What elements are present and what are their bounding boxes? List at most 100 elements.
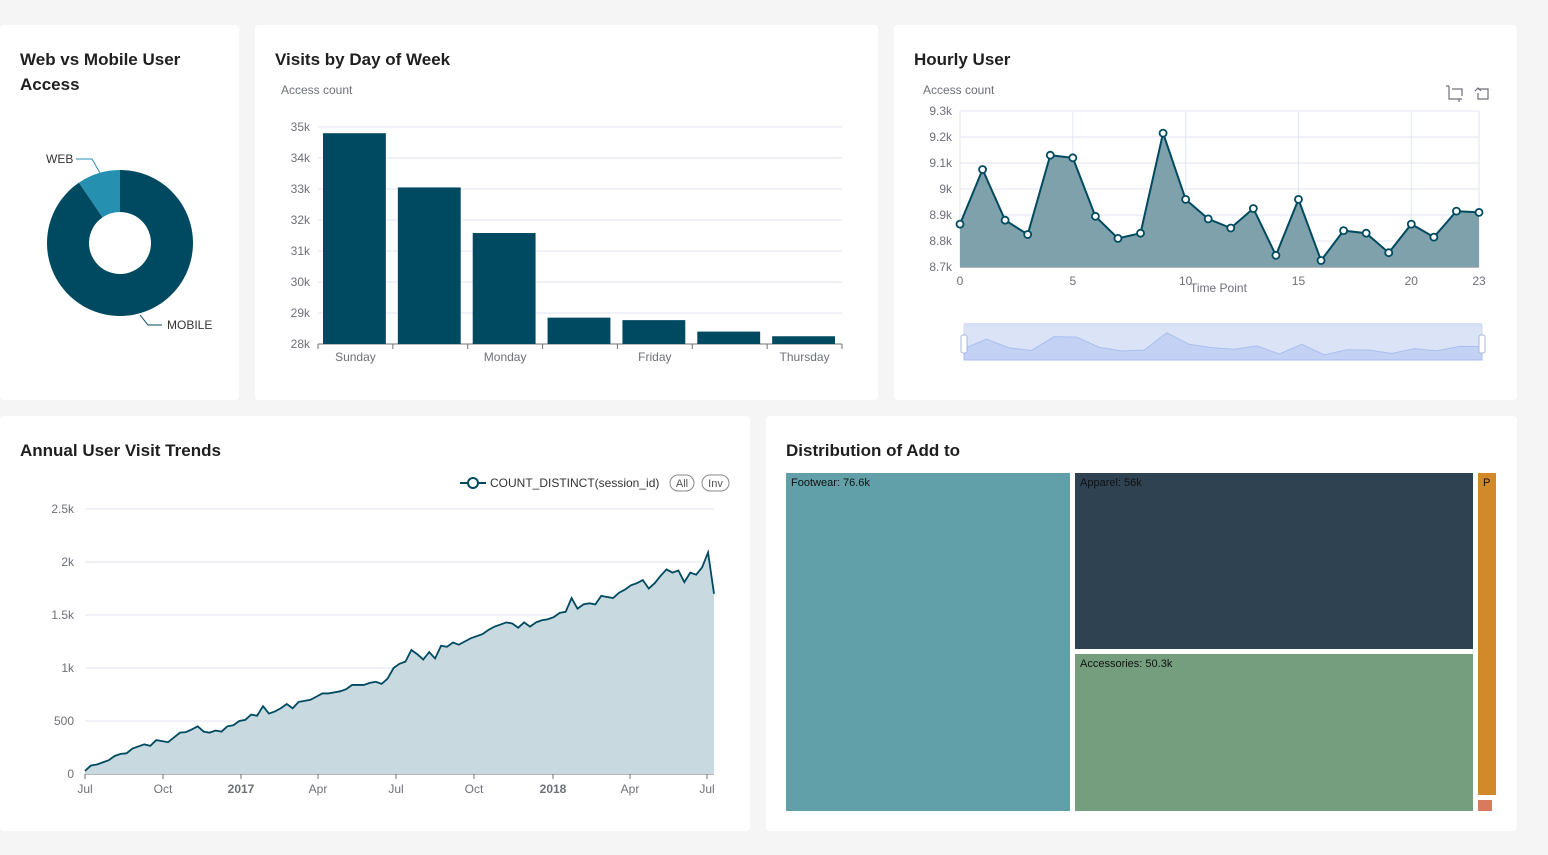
x-axis-label: Time Point [1190,281,1248,295]
y-tick-label: 29k [291,306,311,320]
zoom-icon[interactable] [1446,85,1463,102]
x-tick-label: 20 [1405,274,1419,288]
treemap-label: Footwear: 76.6k [791,477,870,489]
web-mobile-card: Web vs Mobile User Access WEB MOBILE [0,25,239,400]
donut-chart: WEB MOBILE [46,152,212,332]
x-tick-label: Oct [154,782,173,796]
treemap-cell-apparel[interactable] [1075,473,1473,649]
y-tick-label: 9.3k [929,104,953,118]
x-tick-label: Apr [621,782,640,796]
hourly-card: Hourly User Access count 8.7k 8.8k 8.9k 9k 9.… [894,25,1517,400]
hourly-point-4[interactable] [1045,150,1055,160]
y-tick-label: 1.5k [51,608,75,622]
hourly-point-15[interactable] [1294,194,1303,204]
hourly-point-18[interactable] [1361,228,1371,238]
treemap-chart: Footwear: 76.6k Apparel: 56k Accessories: … [786,473,1496,811]
x-tick-label: Jul [77,782,92,796]
treemap-cell-other[interactable] [1478,800,1492,811]
bar-1[interactable] [397,187,461,344]
x-tick-label: Monday [484,350,527,364]
y-tick-label: 8.8k [929,234,953,248]
y-tick-label: 9.1k [929,156,953,170]
hourly-point-2[interactable] [1000,215,1010,225]
treemap-cell-p[interactable] [1478,473,1496,795]
treemap-label: Accessories: 50.3k [1080,658,1173,670]
y-tick-label: 1k [61,661,75,675]
hourly-point-12[interactable] [1226,223,1236,233]
x-tick-label: 15 [1292,274,1306,288]
hourly-point-8[interactable] [1136,228,1145,238]
bar-6[interactable] [772,336,835,344]
hourly-point-0[interactable] [955,219,965,229]
treemap-label: P [1483,477,1490,489]
hourly-point-13[interactable] [1248,204,1258,213]
hourly-point-7[interactable] [1113,233,1123,243]
hourly-point-10[interactable] [1181,194,1191,204]
y-tick-label: 31k [291,244,311,258]
x-tick-label: Sunday [335,350,376,364]
mobile-label-line [139,314,162,326]
hourly-point-6[interactable] [1090,211,1100,221]
annual-area-chart: COUNT_DISTINCT(session_id) All Inv 0 500 1k 1.… [51,474,730,796]
datazoom-handle-right[interactable] [1478,334,1486,354]
y-tick-label: 30k [291,275,311,289]
hourly-point-5[interactable] [1068,153,1078,163]
y-tick-label: 35k [291,120,311,134]
x-tick-label: Apr [309,782,328,796]
x-tick-label: Friday [638,350,671,364]
bar-3[interactable] [547,317,611,344]
treemap-card: Distribution of Add to Footwear: 76.6k Ap… [766,416,1517,831]
treemap-cell-accessories[interactable] [1075,654,1473,811]
x-tick-label: 23 [1472,274,1486,288]
slice-label-mobile: MOBILE [167,318,212,332]
hourly-point-20[interactable] [1406,219,1416,229]
x-tick-label: 2017 [228,782,255,796]
treemap-cell-footwear[interactable] [786,473,1070,811]
x-tick-label: Jul [699,782,714,796]
hourly-point-23[interactable] [1474,207,1484,217]
weekday-card: Visits by Day of Week Access count 28k 29k… [255,25,878,400]
bar-0[interactable] [323,133,386,344]
legend-marker[interactable] [467,477,479,489]
y-tick-label: 500 [54,714,74,728]
hourly-point-3[interactable] [1023,230,1033,239]
hourly-point-9[interactable] [1158,128,1168,138]
x-tick-label: 2018 [540,782,567,796]
hourly-point-17[interactable] [1339,226,1349,236]
legend-all-label: All [676,478,688,490]
slice-label-web: WEB [46,152,73,166]
hourly-area-chart: Access count 8.7k 8.8k 8.9k 9k 9.1k 9.2k 9.3k 0 5… [923,83,1489,361]
y-tick-label: 8.7k [929,260,953,274]
hourly-point-19[interactable] [1384,248,1394,258]
y-tick-label: 2.5k [51,502,75,516]
legend-series-label[interactable]: COUNT_DISTINCT(session_id) [490,476,659,490]
donut-slice-mobile[interactable] [47,170,194,316]
weekday-bar-chart: Access count 28k 29k 30k 31k 32k 33k 34k 35k Sund… [281,83,843,364]
bar-5[interactable] [697,331,761,344]
x-tick-label: 0 [957,274,964,288]
x-tick-label: Jul [388,782,403,796]
bar-2[interactable] [472,233,536,344]
reset-zoom-icon[interactable] [1474,87,1489,100]
x-tick-label: 5 [1069,274,1076,288]
hourly-point-1[interactable] [978,165,987,174]
y-tick-label: 28k [291,337,311,351]
hourly-point-16[interactable] [1316,256,1326,265]
hourly-point-22[interactable] [1452,206,1461,216]
web-label-line [76,158,101,174]
hourly-point-14[interactable] [1271,250,1281,260]
hourly-point-21[interactable] [1429,232,1439,242]
y-tick-label: 0 [67,767,74,781]
bar-4[interactable] [622,320,686,344]
y-tick-label: 2k [61,555,75,569]
datazoom-handle-left[interactable] [960,334,968,354]
datazoom-top-bar [964,323,1482,328]
hourly-point-11[interactable] [1203,214,1213,224]
y-axis-label: Access count [923,83,995,97]
annual-card: Annual User Visit Trends COUNT_DISTINCT(… [0,416,750,831]
y-tick-label: 9k [939,182,953,196]
x-tick-label: Thursday [780,350,830,364]
y-tick-label: 8.9k [929,208,953,222]
y-tick-label: 9.2k [929,130,953,144]
legend-inv-label: Inv [708,478,723,490]
